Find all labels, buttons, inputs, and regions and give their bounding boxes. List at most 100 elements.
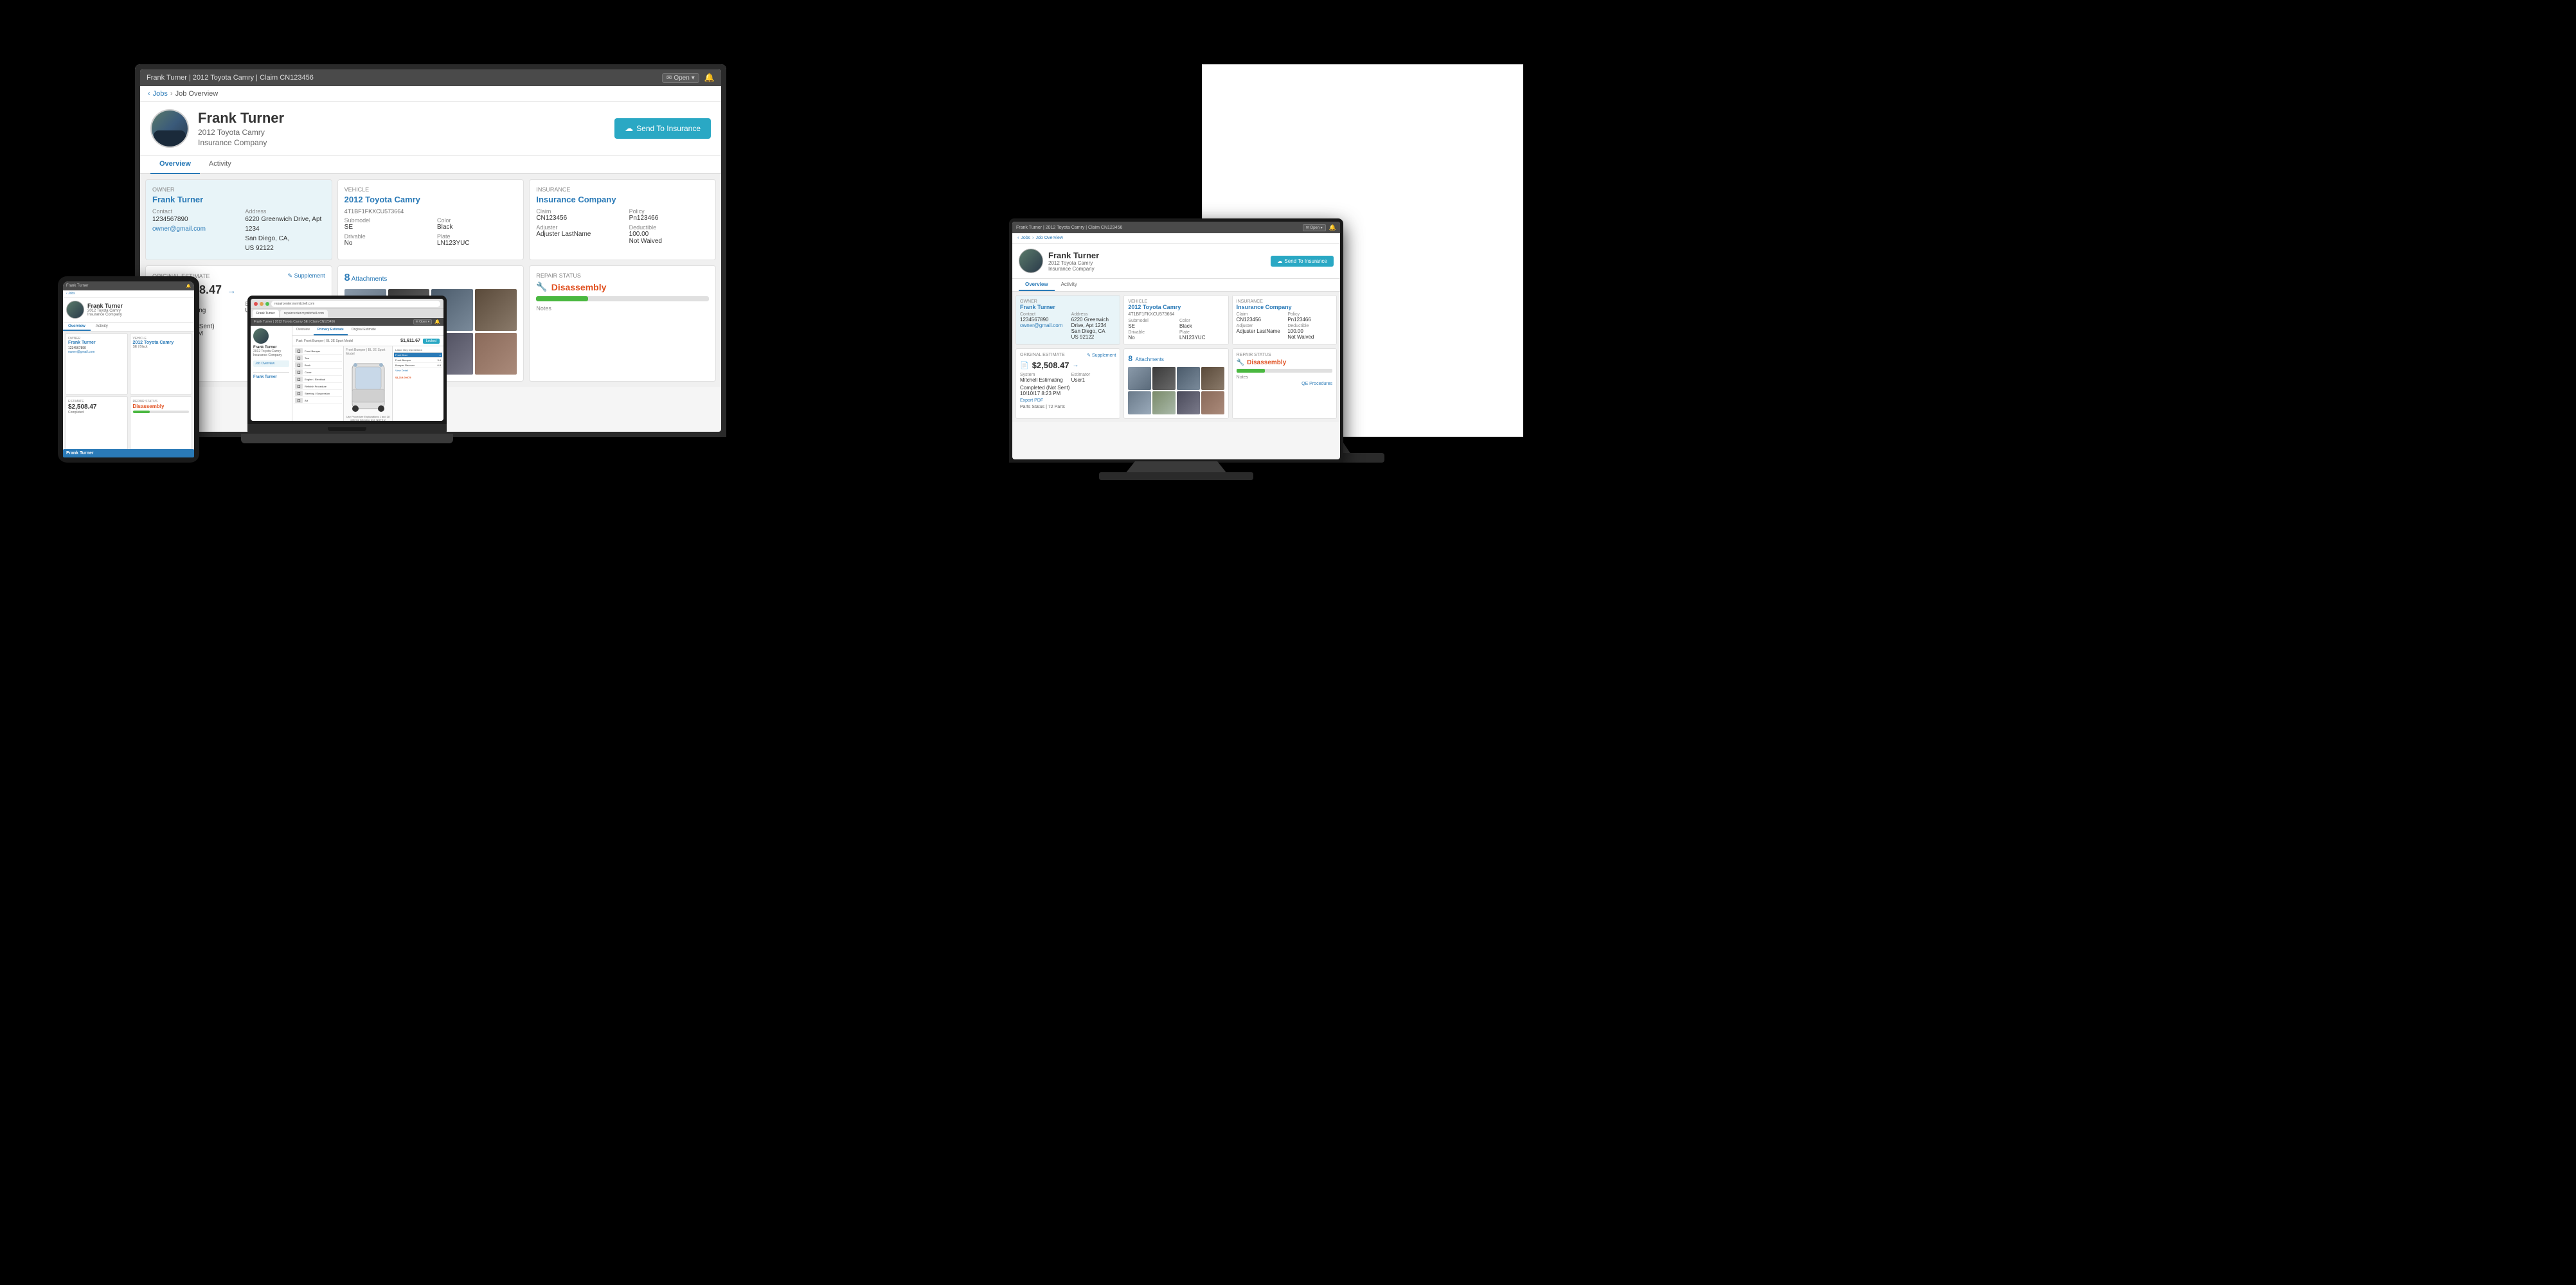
tablet-tab-activity[interactable]: Activity xyxy=(91,323,113,331)
supplement-link[interactable]: ✎ Supplement xyxy=(288,272,325,279)
laptop-line-item-3[interactable]: Bumper Recover0.8 xyxy=(394,363,442,368)
laptop-car-diagram: Front Bumper | BL 3E Sport Model xyxy=(344,346,392,421)
third-open-badge[interactable]: ✉ Open ▾ xyxy=(1303,224,1326,231)
art-icon: 🔲 xyxy=(295,398,303,403)
third-company: Insurance Company xyxy=(1048,266,1099,272)
vehicle-name: 2012 Toyota Camry xyxy=(344,195,517,204)
owner-zip: US 92122 xyxy=(245,244,325,253)
insurance-claim: CN123456 xyxy=(536,215,616,222)
car-diagram-svg xyxy=(349,357,388,415)
third-attach-thumb[interactable] xyxy=(1177,391,1200,414)
third-parts-count-value: 72 Parts xyxy=(1048,405,1065,409)
laptop-app-header: Frank Turner | 2012 Toyota Camry SE | Cl… xyxy=(251,318,443,326)
insurance-company: Insurance Company xyxy=(536,195,709,204)
third-hero: Frank Turner 2012 Toyota Camry Insurance… xyxy=(1012,244,1340,279)
claim-label: Claim xyxy=(536,208,616,215)
tablet-vehicle-card: Vehicle 2012 Toyota Camry SE | Black xyxy=(130,333,193,394)
laptop-tab-primary-estimate[interactable]: Primary Estimate xyxy=(314,326,348,335)
status-badge[interactable]: ✉ Open ▾ xyxy=(662,73,699,83)
browser-minimize-dot[interactable] xyxy=(260,302,264,306)
third-supplement-link[interactable]: ✎ Supplement xyxy=(1087,353,1116,358)
third-export-pdf-link[interactable]: Export PDF xyxy=(1020,398,1116,403)
third-tabs: Overview Activity xyxy=(1012,279,1340,292)
third-attach-thumb[interactable] xyxy=(1201,367,1224,390)
laptop-part-refinish[interactable]: 🔲 Refinish Procedure xyxy=(294,383,342,390)
laptop-part-book[interactable]: 🔲 Book xyxy=(294,362,342,369)
attachment-thumb[interactable] xyxy=(475,333,517,375)
third-insurance-company: Insurance Company xyxy=(1237,304,1332,310)
third-attach-thumb[interactable] xyxy=(1152,367,1176,390)
laptop-tab-original-estimate[interactable]: Original Estimate xyxy=(348,326,380,335)
jobs-link[interactable]: Jobs xyxy=(153,90,168,98)
tabs-bar: Overview Activity xyxy=(140,156,721,174)
third-tab-activity[interactable]: Activity xyxy=(1055,279,1084,291)
third-tab-overview[interactable]: Overview xyxy=(1019,279,1055,291)
browser-url-bar[interactable]: repaircenter.mymitchell.com xyxy=(271,301,440,307)
laptop-base-bar xyxy=(247,424,447,434)
third-attach-thumb[interactable] xyxy=(1128,391,1151,414)
hero-section: Frank Turner 2012 Toyota Camry Insurance… xyxy=(140,102,721,156)
tablet-owner-card: Owner Frank Turner 1234567890 owner@gmai… xyxy=(65,333,128,394)
laptop-open-badge[interactable]: ✉ Open ▾ xyxy=(413,319,433,324)
repair-status-label: Repair Status xyxy=(536,272,709,279)
third-chevron-icon: ‹ xyxy=(1017,236,1019,240)
tablet-tab-overview[interactable]: Overview xyxy=(63,323,91,331)
laptop-line-item-2[interactable]: Front Bumper3.4 xyxy=(394,358,442,363)
third-monitor: Frank Turner | 2012 Toyota Camry | Claim… xyxy=(1009,218,1343,463)
notes-label: Notes xyxy=(536,305,709,312)
diagram-car-outline xyxy=(346,357,390,415)
laptop-sidebar-layout: Frank Turner 2012 Toyota Camry Insurance… xyxy=(251,326,443,421)
laptop-part-front-bumper[interactable]: 🔲 Front Bumper xyxy=(294,348,342,355)
tablet-avatar xyxy=(66,301,84,319)
third-jobs-link[interactable]: Jobs xyxy=(1021,236,1030,240)
laptop-part-art[interactable]: 🔲 Art xyxy=(294,397,342,404)
third-owner-email[interactable]: owner@gmail.com xyxy=(1020,323,1065,328)
laptop-browser-tab-2[interactable]: repaircenter.mymitchell.com xyxy=(280,310,328,317)
browser-close-dot[interactable] xyxy=(254,302,258,306)
refinish-icon: 🔲 xyxy=(295,384,303,389)
app-header: Frank Turner | 2012 Toyota Camry | Claim… xyxy=(140,69,721,86)
tab-overview[interactable]: Overview xyxy=(150,156,200,174)
notification-bell-icon[interactable]: 🔔 xyxy=(704,73,715,83)
tablet-jobs-link[interactable]: Jobs xyxy=(68,292,75,296)
insurance-waived: Not Waived xyxy=(629,238,709,245)
tab-activity[interactable]: Activity xyxy=(200,156,240,174)
address-label: Address xyxy=(245,208,325,215)
send-to-insurance-button[interactable]: ☁ Send To Insurance xyxy=(614,118,711,139)
tablet-footer-name: Frank Turner xyxy=(63,449,194,457)
tablet-app-header: Frank Turner 🔔 xyxy=(63,281,194,290)
laptop-sidebar-item-job-overview[interactable]: Job Overview xyxy=(253,360,289,367)
qe-procedures-link[interactable]: QE Procedures xyxy=(1237,382,1332,386)
avatar xyxy=(150,109,189,148)
attachments-label: Attachments xyxy=(352,276,388,283)
laptop-tab-overview[interactable]: Overview xyxy=(292,326,314,335)
view-detail-link[interactable]: View Detail xyxy=(394,368,442,373)
third-owner-card: Owner Frank Turner Contact 1234567890 ow… xyxy=(1015,295,1120,345)
owner-email[interactable]: owner@gmail.com xyxy=(152,224,232,234)
laptop-part-cover[interactable]: 🔲 Cover xyxy=(294,369,342,376)
third-repair-status: 🔧 Disassembly xyxy=(1237,359,1332,366)
third-progress-fill xyxy=(1237,369,1266,373)
laptop-browser-tab-1[interactable]: Frank Turner xyxy=(253,310,279,317)
laptop-part-engine[interactable]: 🔲 Engine / Electrical xyxy=(294,376,342,383)
third-send-to-insurance-button[interactable]: ☁ Send To Insurance xyxy=(1271,256,1334,267)
laptop-line-item-1[interactable]: Front Door▸ xyxy=(394,353,442,358)
envelope-icon: ✉ xyxy=(666,75,672,82)
laptop-locked-badge[interactable]: Locked xyxy=(423,339,440,344)
vehicle-vin: 4T1BF1FKXCU573664 xyxy=(344,208,517,215)
third-owner-name: Frank Turner xyxy=(1020,304,1116,310)
third-attach-thumb[interactable] xyxy=(1152,391,1176,414)
attachment-thumb[interactable] xyxy=(475,289,517,331)
laptop-main-tabs: Overview Primary Estimate Original Estim… xyxy=(292,326,443,336)
laptop-part-steering[interactable]: 🔲 Steering / Suspension xyxy=(294,390,342,397)
third-attach-thumb[interactable] xyxy=(1201,391,1224,414)
third-monitor-base xyxy=(1099,472,1253,480)
third-owner-phone: 1234567890 xyxy=(1020,317,1065,323)
laptop-part-tow[interactable]: 🔲 Tow xyxy=(294,355,342,362)
third-attach-thumb[interactable] xyxy=(1177,367,1200,390)
third-attach-thumb[interactable] xyxy=(1128,367,1151,390)
laptop-bell-icon[interactable]: 🔔 xyxy=(434,319,440,324)
repair-status-value: 🔧 Disassembly xyxy=(536,281,709,292)
third-bell-icon[interactable]: 🔔 xyxy=(1329,224,1336,231)
browser-maximize-dot[interactable] xyxy=(265,302,269,306)
